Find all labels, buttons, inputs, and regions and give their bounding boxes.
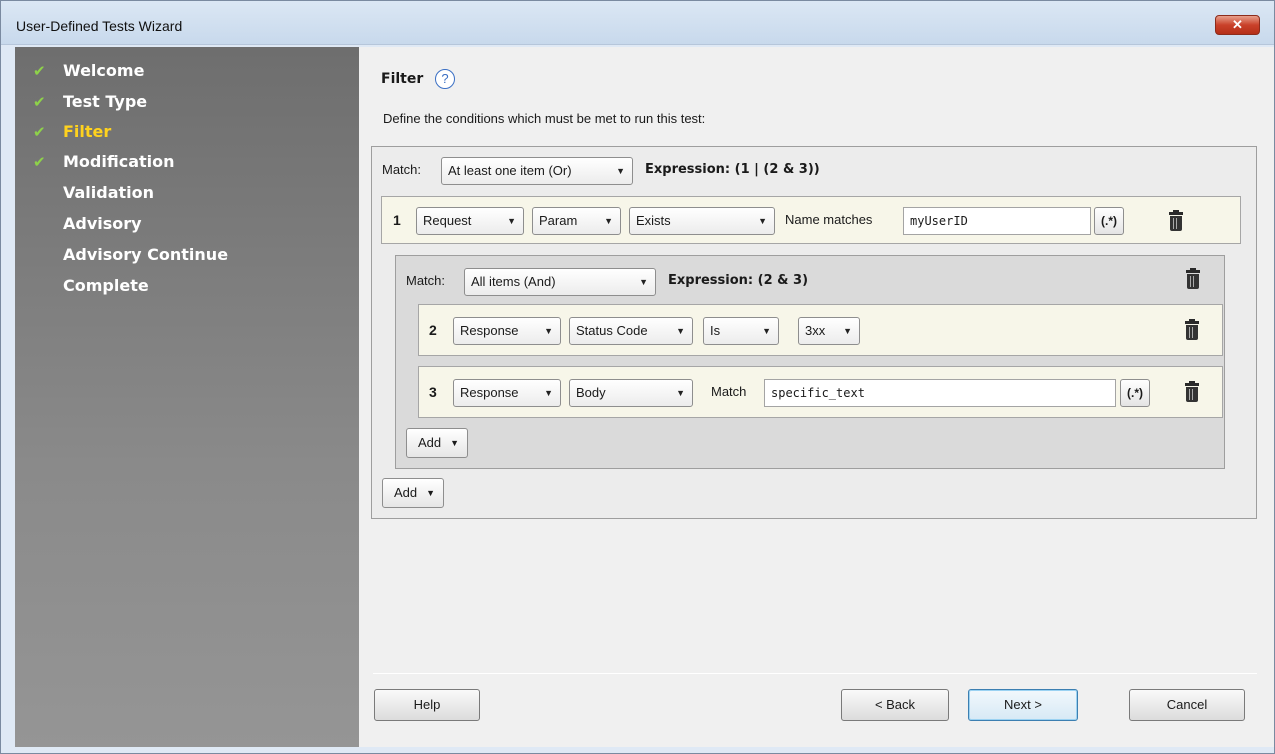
regex-button[interactable]: (.*) [1094, 207, 1124, 235]
step-label: Filter [63, 122, 112, 141]
dropdown-arrow-icon: ▼ [450, 438, 459, 448]
step-validation: Validation [15, 183, 359, 207]
match-value-input[interactable]: specific_text [764, 379, 1116, 407]
target-dropdown[interactable]: Param ▼ [532, 207, 621, 235]
match-label: Match: [382, 162, 422, 177]
dropdown-arrow-icon: ▼ [544, 388, 553, 398]
dropdown-arrow-icon: ▼ [676, 326, 685, 336]
step-test-type: ✔ Test Type [15, 92, 359, 116]
condition-row-2: 2 Response ▼ Status Code ▼ Is ▼ 3xx ▼ [418, 304, 1223, 356]
outer-expression: Expression: (1 | (2 & 3)) [645, 162, 820, 177]
dropdown-arrow-icon: ▼ [639, 277, 648, 287]
row-number: 2 [429, 322, 437, 338]
checkmark-icon: ✔ [33, 93, 46, 111]
condition-row-3: 3 Response ▼ Body ▼ Match specific_text … [418, 366, 1223, 418]
regex-button[interactable]: (.*) [1120, 379, 1150, 407]
dropdown-value: Body [576, 385, 606, 400]
help-button[interactable]: Help [374, 689, 480, 721]
row-number: 1 [393, 212, 401, 228]
operator-dropdown[interactable]: Exists ▼ [629, 207, 775, 235]
step-complete: Complete [15, 276, 359, 300]
title-bar: User-Defined Tests Wizard ✕ [1, 1, 1274, 45]
checkmark-icon: ✔ [33, 123, 46, 141]
match-text-label: Match [711, 384, 747, 399]
filter-page: Filter ? Define the conditions which mus… [359, 47, 1274, 747]
outer-add-button[interactable]: Add ▼ [382, 478, 444, 508]
step-label: Test Type [63, 92, 148, 111]
dropdown-value: All items (And) [471, 274, 556, 289]
add-label: Add [418, 435, 442, 450]
back-button[interactable]: < Back [841, 689, 949, 721]
delete-icon[interactable] [1186, 268, 1200, 290]
wizard-window: User-Defined Tests Wizard ✕ ✔ Welcome ✔ … [0, 0, 1275, 754]
condition-row-1: 1 Request ▼ Param ▼ Exists ▼ Name matche… [381, 196, 1241, 244]
delete-icon[interactable] [1185, 381, 1199, 403]
target-dropdown[interactable]: Body ▼ [569, 379, 693, 407]
dropdown-value: Request [423, 213, 472, 228]
checkmark-icon: ✔ [33, 153, 46, 171]
window-title: User-Defined Tests Wizard [16, 18, 183, 34]
dropdown-arrow-icon: ▼ [544, 326, 553, 336]
target-dropdown[interactable]: Status Code ▼ [569, 317, 693, 345]
dropdown-arrow-icon: ▼ [604, 216, 613, 226]
status-value-dropdown[interactable]: 3xx ▼ [798, 317, 860, 345]
dropdown-arrow-icon: ▼ [762, 326, 771, 336]
outer-condition-group: Match: At least one item (Or) ▼ Expressi… [371, 146, 1257, 519]
delete-icon[interactable] [1169, 210, 1183, 232]
step-advisory-continue: Advisory Continue [15, 245, 359, 269]
step-advisory: Advisory [15, 214, 359, 238]
step-filter: ✔ Filter [15, 122, 359, 146]
checkmark-icon: ✔ [33, 62, 46, 80]
dropdown-value: 3xx [805, 323, 826, 338]
step-label: Advisory [63, 214, 142, 233]
step-label: Welcome [63, 61, 145, 80]
inner-add-button[interactable]: Add ▼ [406, 428, 468, 458]
help-icon[interactable]: ? [435, 69, 455, 89]
dropdown-arrow-icon: ▼ [676, 388, 685, 398]
inner-condition-group: Match: All items (And) ▼ Expression: (2 … [395, 255, 1225, 469]
inner-expression: Expression: (2 & 3) [668, 273, 809, 288]
step-label: Complete [63, 276, 149, 295]
step-modification: ✔ Modification [15, 152, 359, 176]
dropdown-value: Exists [636, 213, 671, 228]
dropdown-value: Response [460, 323, 519, 338]
dropdown-value: Status Code [576, 323, 648, 338]
dropdown-arrow-icon: ▼ [616, 166, 625, 176]
add-label: Add [394, 485, 418, 500]
dropdown-value: Is [710, 323, 721, 338]
next-button[interactable]: Next > [968, 689, 1078, 721]
inner-match-dropdown[interactable]: All items (And) ▼ [464, 268, 656, 296]
step-label: Advisory Continue [63, 245, 229, 264]
dropdown-value: Param [539, 213, 578, 228]
dropdown-arrow-icon: ▼ [507, 216, 516, 226]
source-dropdown[interactable]: Response ▼ [453, 379, 561, 407]
close-button[interactable]: ✕ [1215, 15, 1260, 35]
dropdown-value: At least one item (Or) [448, 163, 572, 178]
instructions-text: Define the conditions which must be met … [383, 111, 706, 126]
dropdown-arrow-icon: ▼ [426, 488, 435, 498]
step-label: Validation [63, 183, 155, 202]
source-dropdown[interactable]: Request ▼ [416, 207, 524, 235]
page-title: Filter [381, 71, 424, 87]
delete-icon[interactable] [1185, 319, 1199, 341]
step-label: Modification [63, 152, 175, 171]
dropdown-arrow-icon: ▼ [758, 216, 767, 226]
footer-separator [373, 673, 1257, 674]
step-welcome: ✔ Welcome [15, 61, 359, 85]
match-label: Match: [406, 273, 446, 288]
name-value-input[interactable]: myUserID [903, 207, 1091, 235]
row-number: 3 [429, 384, 437, 400]
outer-match-dropdown[interactable]: At least one item (Or) ▼ [441, 157, 633, 185]
dropdown-value: Response [460, 385, 519, 400]
operator-dropdown[interactable]: Is ▼ [703, 317, 779, 345]
name-matches-label: Name matches [785, 212, 873, 227]
cancel-button[interactable]: Cancel [1129, 689, 1245, 721]
source-dropdown[interactable]: Response ▼ [453, 317, 561, 345]
dropdown-arrow-icon: ▼ [843, 326, 852, 336]
wizard-steps-sidebar: ✔ Welcome ✔ Test Type ✔ Filter ✔ Modific… [15, 47, 359, 747]
